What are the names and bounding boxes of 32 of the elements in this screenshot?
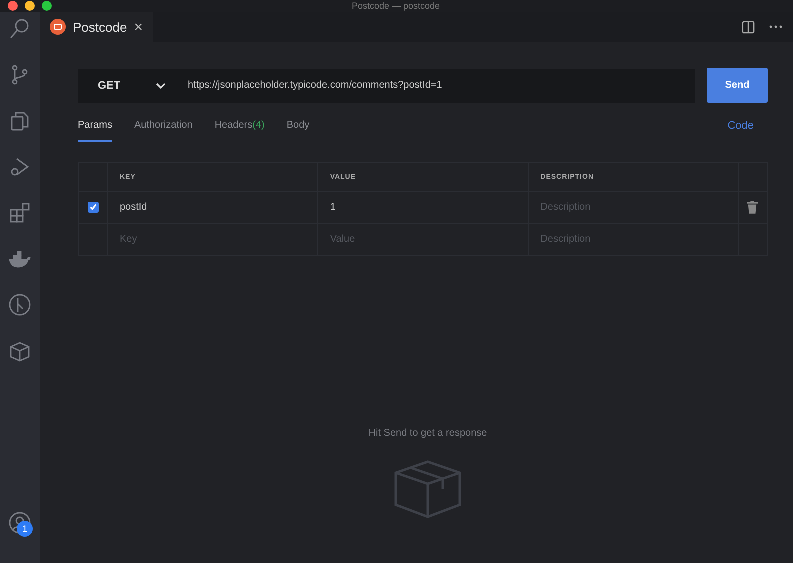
circle-branch-icon[interactable] <box>8 293 32 317</box>
key-field[interactable]: Key <box>108 224 318 255</box>
notification-badge: 1 <box>17 521 33 537</box>
close-tab-button[interactable]: × <box>134 18 143 36</box>
description-field[interactable]: Description <box>528 192 738 223</box>
value-field[interactable]: 1 <box>318 192 529 223</box>
request-tab[interactable]: Params <box>78 110 112 142</box>
request-tab[interactable]: Body <box>286 110 310 142</box>
more-icon[interactable] <box>769 25 783 29</box>
app-logo-icon <box>50 19 66 35</box>
empty-response-message: Hit Send to get a response <box>368 428 488 439</box>
split-editor-icon[interactable] <box>742 20 755 34</box>
request-tab[interactable]: Headers(4) <box>214 110 265 142</box>
chevron-down-icon <box>156 82 166 88</box>
key-field[interactable]: postId <box>108 192 318 223</box>
editor-tab[interactable]: Postcode × <box>40 12 153 42</box>
minimize-window-dot[interactable] <box>25 1 35 11</box>
window-title: Postcode — postcode <box>352 1 440 11</box>
checkbox[interactable] <box>88 202 98 213</box>
code-link[interactable]: Code <box>722 119 760 133</box>
zoom-window-dot[interactable] <box>42 1 52 11</box>
blocks-icon[interactable] <box>8 201 32 225</box>
description-field[interactable]: Description <box>528 224 738 255</box>
box-icon <box>393 459 463 519</box>
send-button[interactable]: Send <box>707 68 768 103</box>
value-field[interactable]: Value <box>318 224 529 255</box>
method-dropdown[interactable]: GET <box>78 68 188 102</box>
url-field[interactable]: https://jsonplaceholder.typicode.com/comments?postId=1 <box>188 68 695 102</box>
trash-icon[interactable] <box>747 201 758 214</box>
account-icon[interactable] <box>8 511 32 535</box>
close-window-dot[interactable] <box>8 1 18 11</box>
request-tab[interactable]: Authorization <box>134 110 193 142</box>
